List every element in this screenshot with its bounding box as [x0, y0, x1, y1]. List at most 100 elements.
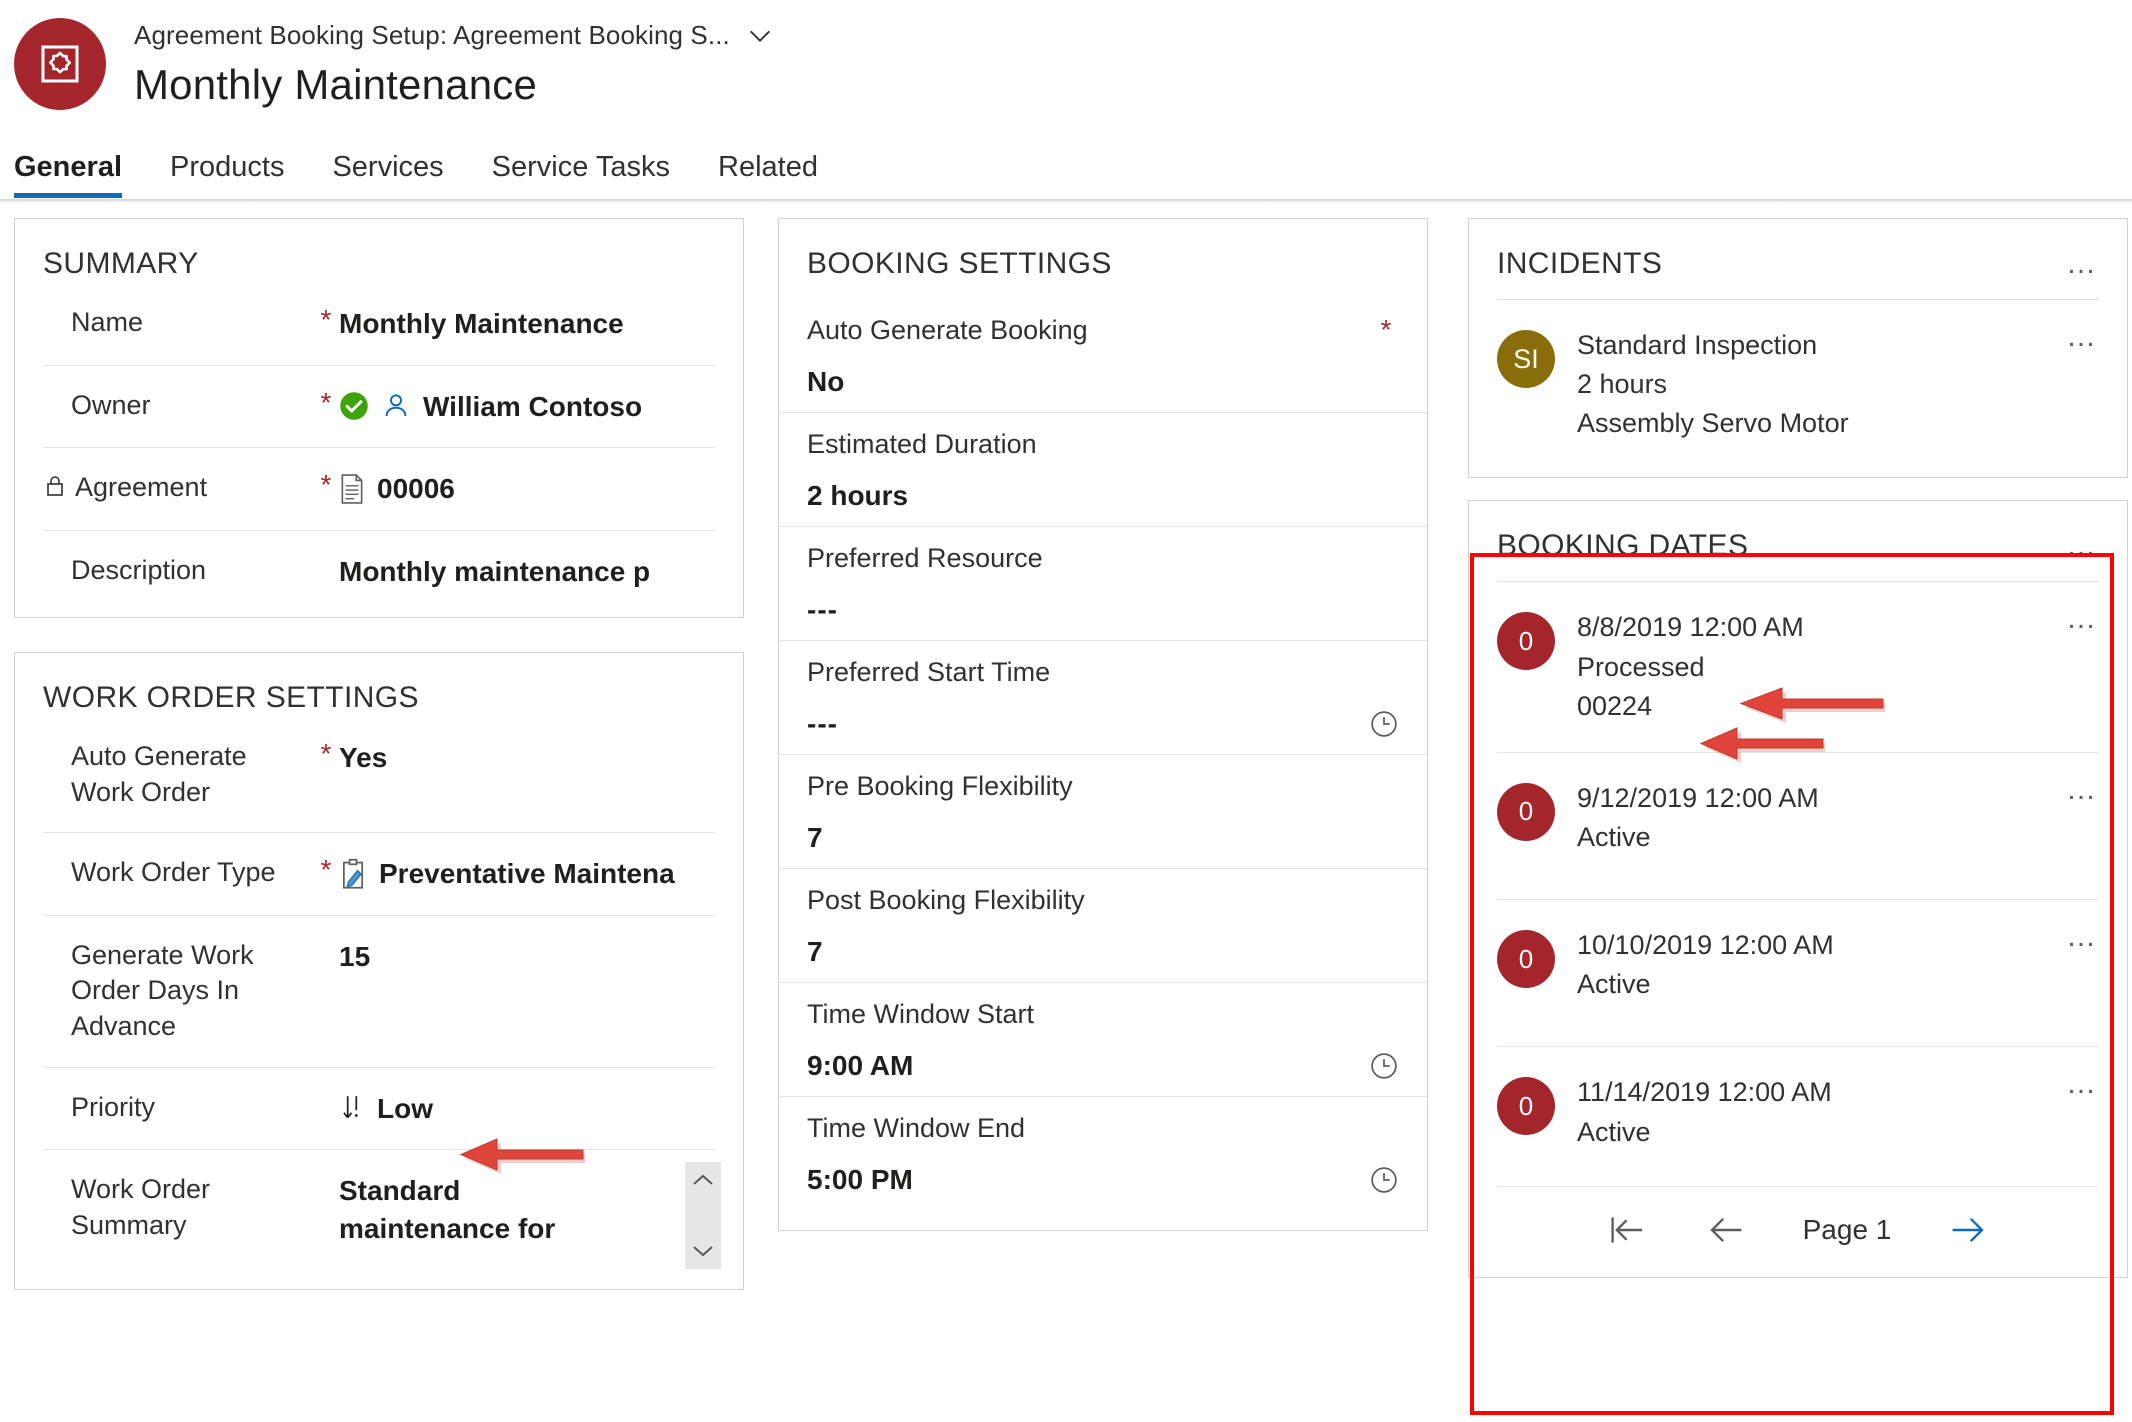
- booking-date-row-overflow-menu-icon[interactable]: …: [2066, 922, 2099, 952]
- booking-dates-overflow-menu-icon[interactable]: …: [2066, 531, 2099, 561]
- previous-page-icon[interactable]: [1705, 1213, 1747, 1247]
- field-work-order-type: Work Order Type * Preventative Maintena: [43, 832, 715, 915]
- booking-date-row-overflow-menu-icon[interactable]: …: [2066, 774, 2099, 805]
- tab-general[interactable]: General: [14, 151, 146, 198]
- field-preferred-resource-label-row: Preferred Resource: [807, 543, 1399, 574]
- field-preferred-start-time-value[interactable]: ---: [807, 708, 838, 740]
- field-time-window-start: Time Window Start 9:00 AM: [779, 982, 1427, 1096]
- booking-date-count-badge: 0: [1497, 612, 1555, 671]
- field-time-window-start-value-row: 9:00 AM: [807, 1050, 1399, 1082]
- field-auto-generate-work-order-value[interactable]: Yes: [339, 739, 715, 777]
- field-time-window-start-label-row: Time Window Start: [807, 999, 1399, 1030]
- field-auto-generate-booking-label-row: Auto Generate Booking *: [807, 314, 1399, 346]
- field-estimated-duration-value-row: 2 hours: [807, 480, 1399, 512]
- field-auto-generate-work-order-label: Auto Generate Work Order: [71, 741, 247, 807]
- field-owner-required-marker: *: [320, 386, 332, 418]
- column-right: INCIDENTS … SI Standard Inspection 2 hou…: [1468, 218, 2128, 1324]
- field-priority-value-group: Low: [339, 1090, 715, 1128]
- next-page-icon[interactable]: [1947, 1213, 1989, 1247]
- field-generate-work-order-days-in-advance: Generate Work Order Days In Advance 15: [43, 914, 715, 1067]
- agreement-booking-setup-icon: [41, 45, 79, 83]
- booking-settings-card-title: BOOKING SETTINGS: [807, 247, 1112, 280]
- field-time-window-end-label-row: Time Window End: [807, 1113, 1399, 1144]
- field-time-window-end-label: Time Window End: [807, 1113, 1026, 1143]
- table-row[interactable]: 0 9/12/2019 12:00 AM Active …: [1469, 753, 2127, 899]
- booking-date-row-overflow-menu-icon[interactable]: …: [2066, 1069, 2099, 1099]
- field-work-order-type-required-marker: *: [320, 854, 332, 886]
- first-page-icon[interactable]: [1607, 1213, 1649, 1247]
- field-owner: Owner * William Contoso: [43, 364, 715, 448]
- booking-date-body: 9/12/2019 12:00 AM Active: [1577, 779, 2099, 857]
- field-time-window-start-value[interactable]: 9:00 AM: [807, 1050, 913, 1082]
- booking-dates-card: BOOKING DATES … 0 8/8/2019 12:00 AM Proc…: [1468, 500, 2128, 1278]
- field-owner-value-group: William Contoso: [339, 388, 715, 426]
- list-item[interactable]: SI Standard Inspection 2 hours Assembly …: [1469, 300, 2127, 469]
- field-description: Description Monthly maintenance p: [43, 529, 715, 613]
- clock-icon[interactable]: [1369, 1165, 1399, 1195]
- tab-list: General Products Services Service Tasks …: [0, 140, 2132, 198]
- clock-icon[interactable]: [1369, 709, 1399, 739]
- lock-icon: [47, 476, 63, 496]
- field-priority-required-marker: [313, 1090, 339, 1121]
- field-work-order-type-value[interactable]: Preventative Maintena: [379, 855, 675, 893]
- field-auto-generate-work-order-required-marker: *: [320, 738, 332, 769]
- field-work-order-summary-value[interactable]: Standard maintenance for: [339, 1172, 589, 1247]
- field-estimated-duration-value[interactable]: 2 hours: [807, 480, 908, 512]
- field-name-value[interactable]: Monthly Maintenance: [339, 305, 715, 343]
- tab-service-tasks[interactable]: Service Tasks: [468, 151, 694, 198]
- field-time-window-end-value-row: 5:00 PM: [807, 1164, 1399, 1196]
- booking-date-datetime: 10/10/2019 12:00 AM: [1577, 930, 1834, 961]
- field-estimated-duration-label: Estimated Duration: [807, 429, 1037, 459]
- booking-date-datetime: 11/14/2019 12:00 AM: [1577, 1077, 1832, 1108]
- booking-dates-card-title: BOOKING DATES: [1497, 529, 1749, 563]
- column-left: SUMMARY Name * Monthly Maintenance Owner…: [14, 218, 744, 1324]
- table-row[interactable]: 0 11/14/2019 12:00 AM Active …: [1469, 1047, 2127, 1185]
- field-description-required-marker: [313, 553, 339, 584]
- breadcrumb: Agreement Booking Setup: Agreement Booki…: [134, 20, 730, 50]
- incident-body: Standard Inspection 2 hours Assembly Ser…: [1577, 326, 2099, 443]
- field-post-booking-flexibility-value[interactable]: 7: [807, 936, 823, 968]
- tab-related[interactable]: Related: [694, 151, 842, 198]
- field-estimated-duration-label-row: Estimated Duration: [807, 429, 1399, 460]
- field-time-window-start-label: Time Window Start: [807, 999, 1035, 1029]
- annotation-arrow-processed: [1739, 687, 1885, 723]
- tabbar-divider: [0, 199, 2132, 202]
- booking-date-row-overflow-menu-icon[interactable]: …: [2066, 604, 2099, 634]
- incidents-card: INCIDENTS … SI Standard Inspection 2 hou…: [1468, 218, 2128, 479]
- chevron-down-icon[interactable]: [691, 1243, 715, 1259]
- work-order-summary-scrollbar[interactable]: [685, 1162, 721, 1270]
- work-order-settings-card-title: WORK ORDER SETTINGS: [43, 681, 419, 714]
- booking-date-count-badge: 0: [1497, 782, 1555, 841]
- field-description-value[interactable]: Monthly maintenance p: [339, 553, 715, 591]
- clock-icon[interactable]: [1369, 1051, 1399, 1081]
- field-generate-days-required-marker: [313, 938, 339, 969]
- field-time-window-end: Time Window End 5:00 PM: [779, 1096, 1427, 1222]
- field-owner-value[interactable]: William Contoso: [423, 388, 642, 426]
- tab-services[interactable]: Services: [308, 151, 467, 198]
- header-text: Agreement Booking Setup: Agreement Booki…: [134, 14, 774, 109]
- booking-date-datetime: 9/12/2019 12:00 AM: [1577, 782, 1819, 813]
- field-agreement-value[interactable]: 00006: [377, 470, 455, 508]
- incident-row-overflow-menu-icon[interactable]: …: [2066, 322, 2099, 352]
- field-work-order-type-label: Work Order Type: [71, 857, 276, 888]
- tab-products[interactable]: Products: [146, 151, 308, 198]
- table-row[interactable]: 0 10/10/2019 12:00 AM Active …: [1469, 900, 2127, 1046]
- field-preferred-resource-value[interactable]: ---: [807, 594, 838, 626]
- field-auto-generate-booking-value[interactable]: No: [807, 366, 844, 398]
- field-pre-booking-flexibility-label-row: Pre Booking Flexibility: [807, 771, 1399, 802]
- booking-date-body: 10/10/2019 12:00 AM Active: [1577, 926, 2099, 1004]
- field-auto-generate-work-order: Auto Generate Work Order * Yes: [43, 733, 715, 832]
- annotation-arrow-generate-days: [459, 1138, 585, 1174]
- booking-date-datetime: 8/8/2019 12:00 AM: [1577, 612, 1804, 643]
- field-post-booking-flexibility-label-row: Post Booking Flexibility: [807, 885, 1399, 916]
- field-time-window-end-value[interactable]: 5:00 PM: [807, 1164, 913, 1196]
- field-preferred-start-time-label: Preferred Start Time: [807, 657, 1051, 687]
- field-pre-booking-flexibility: Pre Booking Flexibility 7: [779, 754, 1427, 868]
- chevron-down-icon[interactable]: [746, 22, 774, 50]
- field-post-booking-flexibility-label: Post Booking Flexibility: [807, 885, 1085, 915]
- chevron-up-icon[interactable]: [691, 1172, 715, 1188]
- field-generate-work-order-days-in-advance-value[interactable]: 15: [339, 938, 715, 976]
- field-pre-booking-flexibility-value[interactable]: 7: [807, 822, 823, 854]
- field-priority-value[interactable]: Low: [377, 1090, 433, 1128]
- incidents-overflow-menu-icon[interactable]: …: [2066, 249, 2099, 279]
